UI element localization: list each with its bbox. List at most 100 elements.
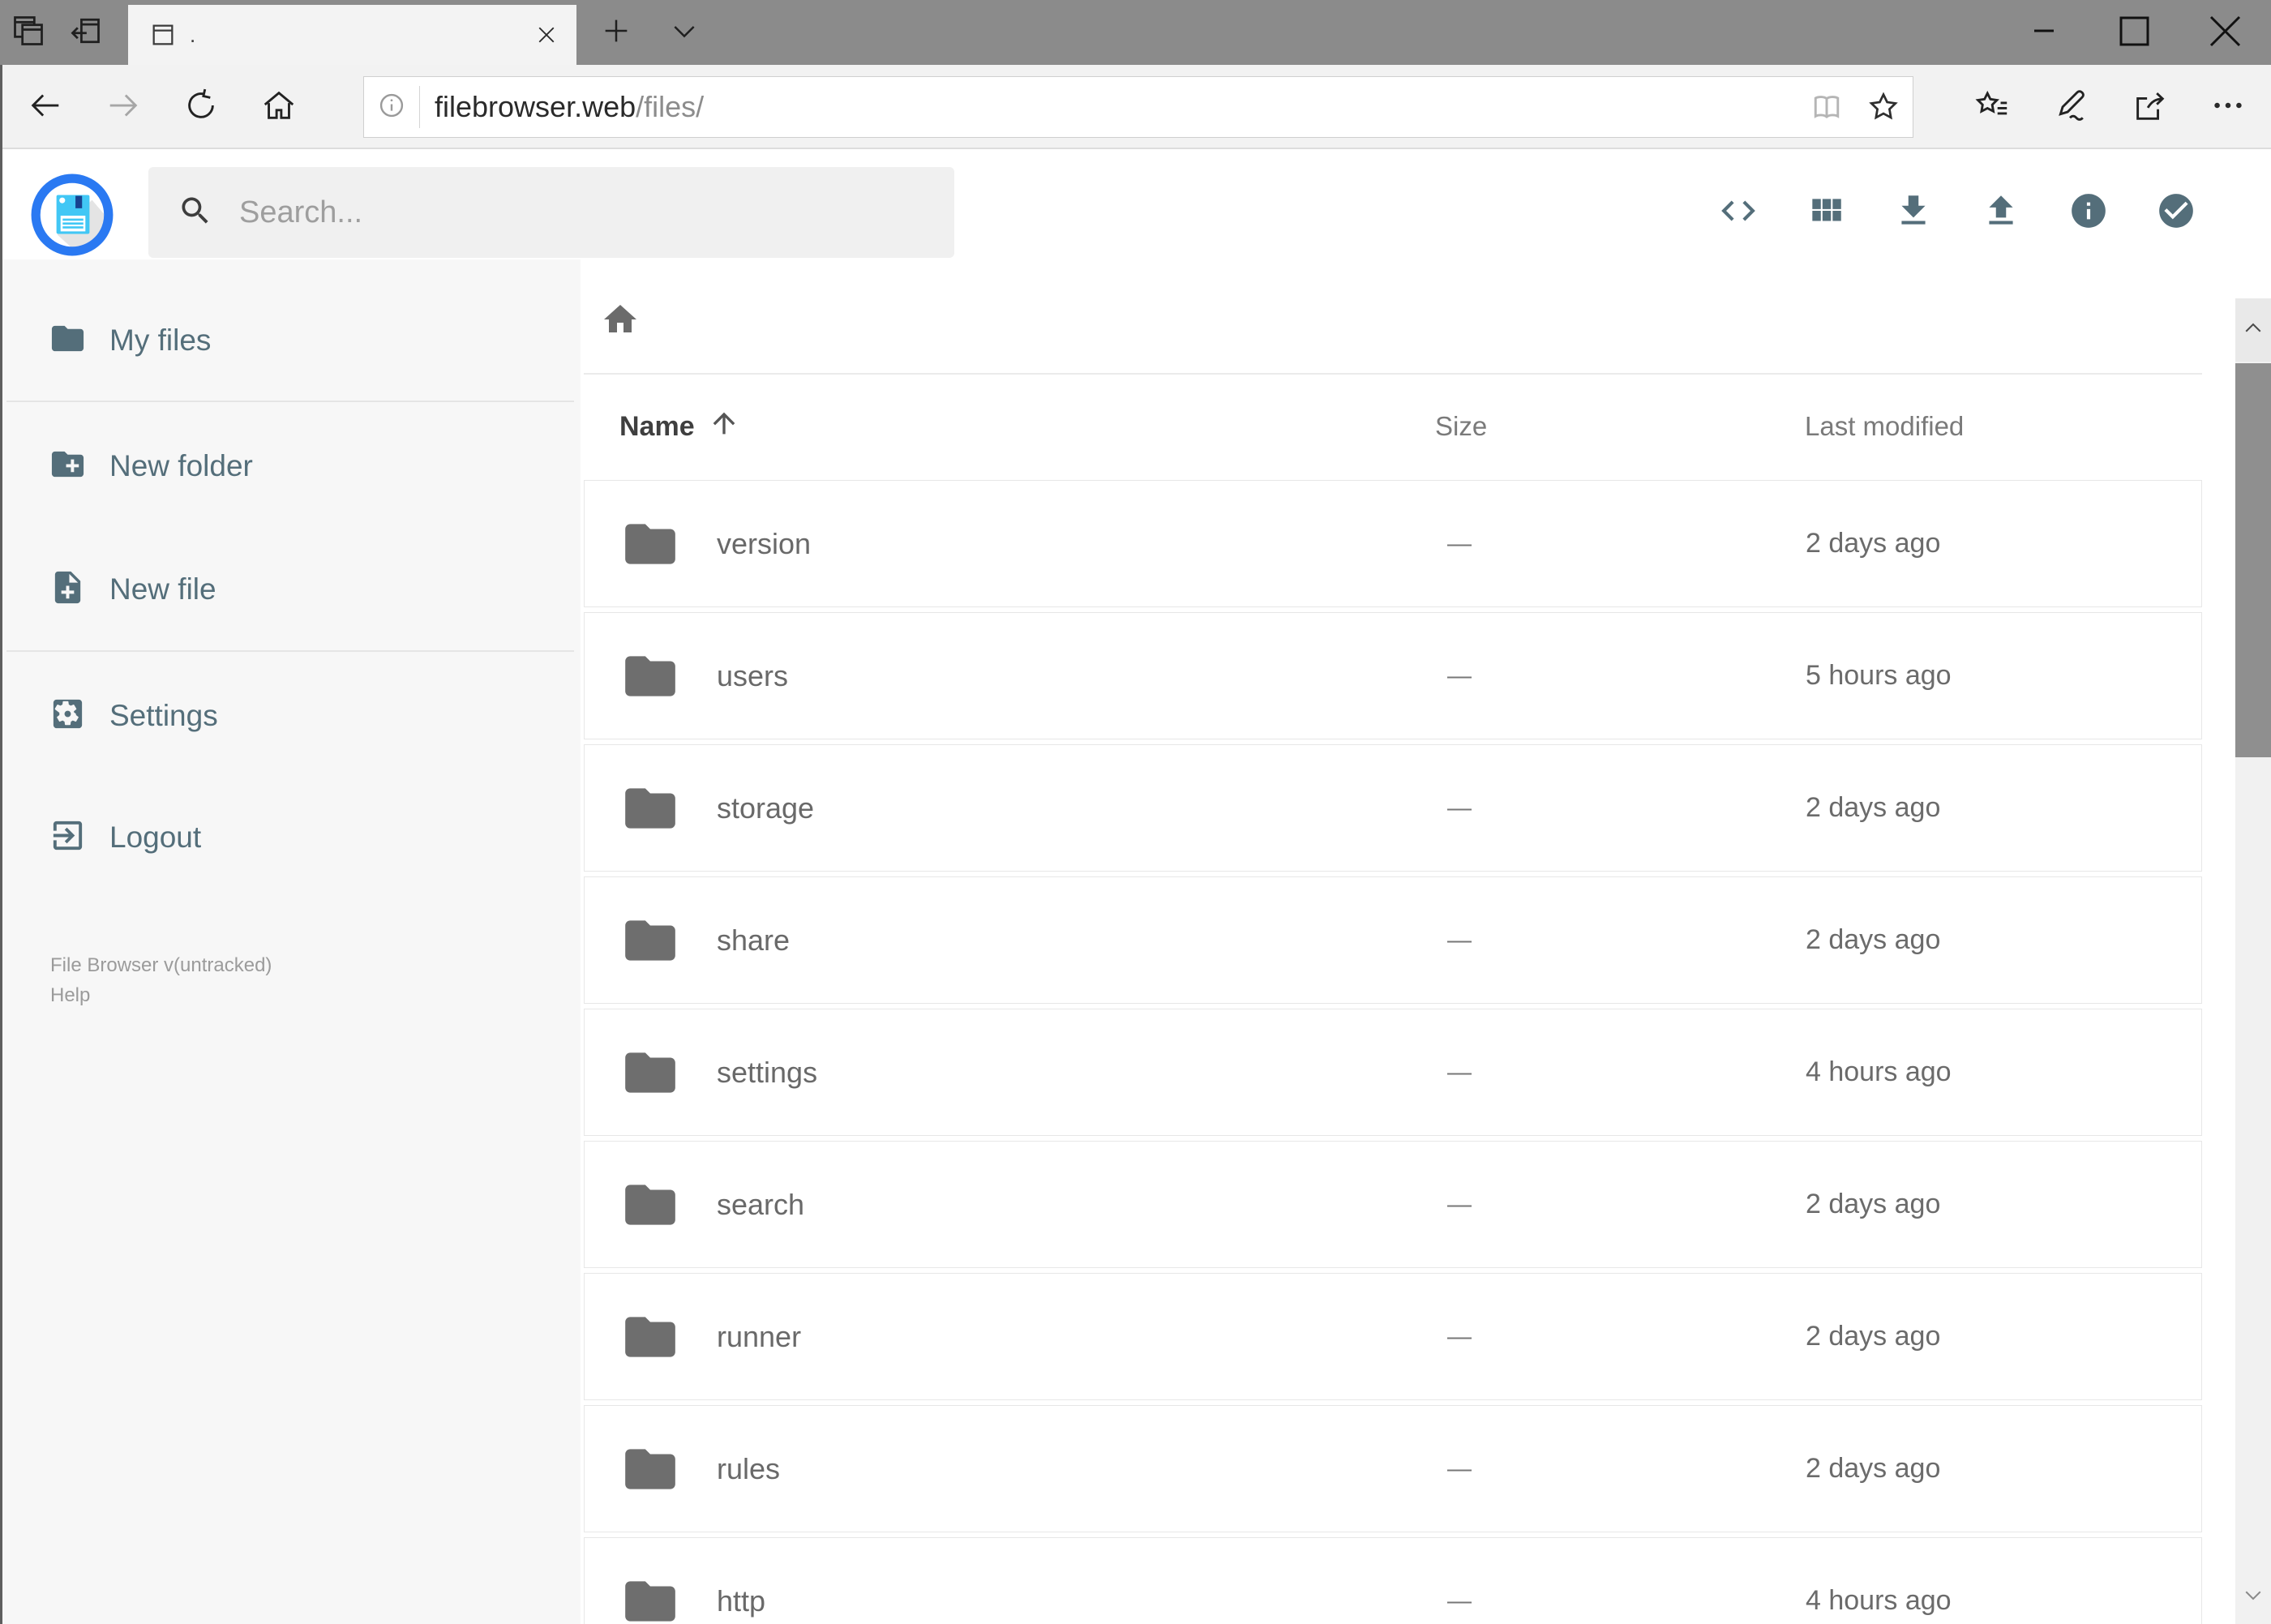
sort-ascending-icon <box>695 407 740 447</box>
back-button[interactable] <box>6 71 84 143</box>
file-row[interactable]: version — 2 days ago <box>584 480 2202 607</box>
minimize-icon <box>2012 0 2076 67</box>
add-favorite-button[interactable] <box>1866 89 1901 125</box>
file-row[interactable]: http — 4 hours ago <box>584 1537 2202 1624</box>
folder-icon <box>620 1571 717 1624</box>
set-tabs-aside-button[interactable] <box>57 0 114 65</box>
code-icon <box>1718 191 1759 235</box>
close-tab-button[interactable] <box>534 23 559 47</box>
folder-icon <box>620 1307 717 1367</box>
scroll-down-button[interactable] <box>2235 1572 2271 1621</box>
forward-button[interactable] <box>84 71 162 143</box>
file-size: — <box>1447 794 1472 821</box>
scrollbar[interactable] <box>2235 298 2271 1624</box>
column-name-label: Name <box>619 410 695 442</box>
sidebar: My files New folder New file Settings Lo… <box>0 259 581 1624</box>
download-icon <box>1893 191 1934 235</box>
scrollbar-thumb[interactable] <box>2235 363 2271 757</box>
upload-button[interactable] <box>1970 182 2032 243</box>
reading-view-button[interactable] <box>1809 89 1845 125</box>
sidebar-item-new-file[interactable]: New file <box>0 563 581 615</box>
search-input[interactable] <box>238 194 954 231</box>
share-button[interactable] <box>2110 71 2188 143</box>
download-button[interactable] <box>1883 182 1944 243</box>
file-size: — <box>1447 529 1472 557</box>
search-bar[interactable] <box>148 167 954 258</box>
logout-icon <box>49 816 87 859</box>
file-row[interactable]: share — 2 days ago <box>584 876 2202 1004</box>
grid-view-icon <box>1806 191 1846 235</box>
folder-icon <box>620 646 717 706</box>
sidebar-item-label: My files <box>109 324 212 357</box>
sidebar-item-settings[interactable]: Settings <box>0 690 581 742</box>
url-path: /files/ <box>636 90 705 123</box>
browser-toolbar: filebrowser.web/files/ <box>0 65 2271 149</box>
sidebar-item-logout[interactable]: Logout <box>0 812 581 863</box>
switch-view-button[interactable] <box>1795 182 1857 243</box>
book-icon <box>1809 89 1845 125</box>
file-modified: 2 days ago <box>1806 1453 1941 1484</box>
listing-header: Name Size Last modified <box>584 375 2202 478</box>
minimize-button[interactable] <box>1999 0 2089 65</box>
upload-icon <box>1981 191 2021 235</box>
browser-tab[interactable]: . <box>128 5 576 65</box>
maximize-icon <box>2102 0 2167 67</box>
file-row[interactable]: rules — 2 days ago <box>584 1405 2202 1532</box>
file-row[interactable]: search — 2 days ago <box>584 1141 2202 1268</box>
divider <box>6 650 574 652</box>
file-name: runner <box>717 1319 802 1353</box>
folder-icon <box>620 778 717 838</box>
info-icon <box>377 91 406 124</box>
folder-icon <box>620 1439 717 1499</box>
show-tab-previews-button[interactable] <box>656 0 713 65</box>
file-name: version <box>717 526 812 560</box>
share-icon <box>2131 87 2168 128</box>
file-row[interactable]: users — 5 hours ago <box>584 612 2202 739</box>
toggle-shell-button[interactable] <box>1708 182 1769 243</box>
column-size-label[interactable]: Size <box>1435 411 1805 442</box>
file-row[interactable]: storage — 2 days ago <box>584 744 2202 872</box>
tab-preview-button[interactable] <box>0 0 57 65</box>
breadcrumb-home-button[interactable] <box>598 298 643 344</box>
filebrowser-app: My files New folder New file Settings Lo… <box>0 149 2271 1624</box>
help-link[interactable]: Help <box>50 980 272 1010</box>
home-button[interactable] <box>240 71 318 143</box>
file-size: — <box>1447 1190 1472 1218</box>
column-modified-label[interactable]: Last modified <box>1805 411 2202 442</box>
hub-button[interactable] <box>1952 71 2031 143</box>
close-icon <box>2193 0 2258 67</box>
folder-icon <box>620 1043 717 1103</box>
more-button[interactable] <box>2188 71 2267 143</box>
page-icon <box>149 21 177 49</box>
back-icon <box>27 87 64 128</box>
scroll-up-button[interactable] <box>2235 298 2271 362</box>
sidebar-item-new-folder[interactable]: New folder <box>0 440 581 492</box>
folder-icon <box>49 319 87 362</box>
url-text: filebrowser.web/files/ <box>435 90 1809 124</box>
home-icon <box>601 300 640 343</box>
close-window-button[interactable] <box>2180 0 2271 65</box>
file-size: — <box>1447 662 1472 689</box>
divider <box>6 401 574 402</box>
set-aside-icon <box>67 13 103 53</box>
refresh-button[interactable] <box>162 71 240 143</box>
ellipsis-icon <box>2209 87 2247 128</box>
file-row[interactable]: runner — 2 days ago <box>584 1273 2202 1400</box>
info-button[interactable] <box>2058 182 2119 243</box>
gear-icon <box>49 695 87 737</box>
file-name: users <box>717 658 789 692</box>
select-multiple-button[interactable] <box>2145 182 2207 243</box>
sort-by-name-button[interactable]: Name <box>619 407 1435 447</box>
web-note-button[interactable] <box>2031 71 2110 143</box>
site-info-button[interactable] <box>377 91 406 124</box>
file-name: settings <box>717 1055 818 1089</box>
sidebar-item-my-files[interactable]: My files <box>0 315 581 366</box>
file-modified: 2 days ago <box>1806 792 1941 823</box>
new-tab-button[interactable] <box>588 0 645 65</box>
file-row[interactable]: settings — 4 hours ago <box>584 1009 2202 1136</box>
url-host: filebrowser.web <box>435 90 636 123</box>
check-circle-icon <box>2156 191 2196 235</box>
maximize-button[interactable] <box>2089 0 2180 65</box>
address-bar[interactable]: filebrowser.web/files/ <box>363 76 1913 138</box>
folder-icon <box>620 1175 717 1235</box>
